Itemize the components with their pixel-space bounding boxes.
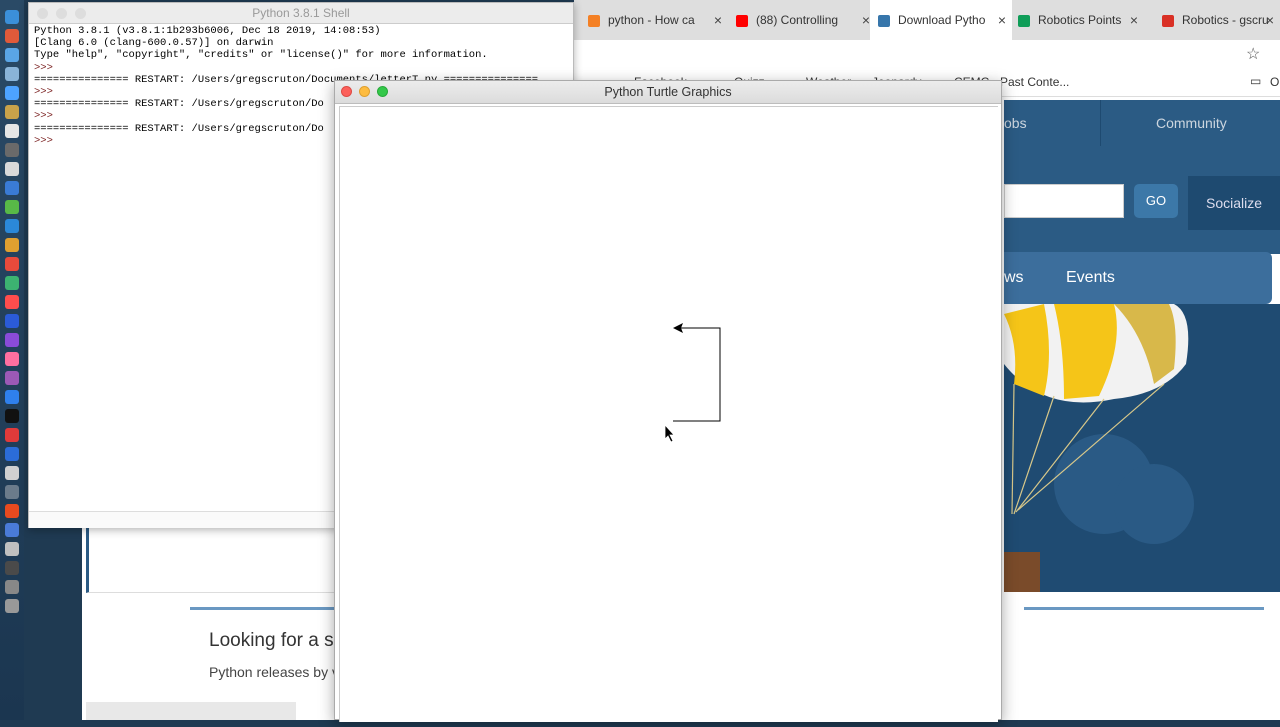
dock-app-icon[interactable]	[5, 162, 19, 176]
stackoverflow-icon	[588, 14, 600, 27]
shell-line: [Clang 6.0 (clang-600.0.57)] on darwin	[34, 37, 274, 50]
releases-text: Python releases by v	[209, 664, 339, 680]
dock-app-icon[interactable]	[5, 181, 19, 195]
nav-jobs[interactable]: obs	[1004, 100, 1027, 146]
dock-app-icon[interactable]	[5, 10, 19, 24]
turtle-path	[673, 327, 721, 422]
address-bar[interactable]: ☆	[574, 40, 1280, 70]
close-icon[interactable]: ×	[998, 0, 1006, 40]
dock-app-icon[interactable]	[5, 409, 19, 423]
python-icon	[878, 14, 890, 27]
shell-line: Python 3.8.1 (v3.8.1:1b293b6006, Dec 18 …	[34, 25, 381, 37]
minimize-window-icon[interactable]	[56, 8, 67, 19]
dock-app-icon[interactable]	[5, 29, 19, 43]
subnav-news[interactable]: ws	[1004, 252, 1024, 304]
search-input[interactable]	[1004, 184, 1124, 218]
tab-download-python[interactable]: Download Pytho ×	[870, 0, 1012, 40]
dock-app-icon[interactable]	[5, 124, 19, 138]
shell-prompt: >>>	[34, 86, 53, 99]
download-panel	[86, 528, 339, 593]
divider	[190, 607, 340, 610]
turtle-graphics-window: Python Turtle Graphics	[334, 80, 1002, 722]
dock-app-icon[interactable]	[5, 523, 19, 537]
subnav-events[interactable]: Events	[1066, 252, 1115, 304]
tab-stackoverflow[interactable]: python - How ca ×	[588, 0, 728, 40]
dock-app-icon[interactable]	[5, 599, 19, 613]
python-sub-nav: ws Events	[1004, 252, 1272, 304]
dock-app-icon[interactable]	[5, 580, 19, 594]
dock-app-icon[interactable]	[5, 200, 19, 214]
dock-app-icon[interactable]	[5, 333, 19, 347]
zoom-window-icon[interactable]	[377, 86, 388, 97]
zoom-window-icon[interactable]	[75, 8, 86, 19]
turtle-canvas[interactable]	[339, 106, 998, 722]
turtle-title: Python Turtle Graphics	[604, 85, 732, 99]
dock-app-icon[interactable]	[5, 48, 19, 62]
shell-prompt: >>>	[34, 61, 53, 74]
dock-app-icon[interactable]	[5, 105, 19, 119]
bookmark-star-icon[interactable]: ☆	[1246, 44, 1260, 64]
parachute-icon	[1004, 304, 1194, 592]
release-tabs[interactable]	[86, 702, 296, 720]
dock-app-icon[interactable]	[5, 238, 19, 252]
youtube-icon	[736, 14, 748, 27]
dock-app-icon[interactable]	[5, 542, 19, 556]
gmail-icon	[1162, 14, 1174, 27]
turtle-titlebar[interactable]: Python Turtle Graphics	[335, 81, 1001, 104]
bookmark-other[interactable]: O	[1270, 75, 1279, 89]
go-button[interactable]: GO	[1134, 184, 1178, 218]
dock-app-icon[interactable]	[5, 561, 19, 575]
tab-robotics-points[interactable]: Robotics Points ×	[1018, 0, 1144, 40]
tab-youtube[interactable]: (88) Controlling ×	[736, 0, 876, 40]
nav-community[interactable]: Community	[1156, 100, 1227, 146]
dock-app-icon[interactable]	[5, 466, 19, 480]
dock-app-icon[interactable]	[5, 67, 19, 81]
dock-app-icon[interactable]	[5, 352, 19, 366]
shell-title: Python 3.8.1 Shell	[252, 6, 350, 20]
folder-icon[interactable]: ▭	[1250, 74, 1261, 88]
dock-app-icon[interactable]	[5, 295, 19, 309]
restart-line: =============== RESTART: /Users/gregscru…	[34, 122, 324, 135]
close-icon[interactable]: ×	[862, 0, 870, 40]
close-window-icon[interactable]	[341, 86, 352, 97]
dock-app-icon[interactable]	[5, 86, 19, 100]
nav-divider	[1100, 100, 1101, 146]
close-window-icon[interactable]	[37, 8, 48, 19]
socialize-button[interactable]: Socialize	[1188, 176, 1280, 230]
dock-app-icon[interactable]	[5, 447, 19, 461]
shell-prompt: >>>	[34, 110, 53, 123]
shell-line: Type "help", "copyright", "credits" or "…	[34, 49, 488, 62]
close-icon[interactable]: ×	[1130, 0, 1138, 40]
dock-app-icon[interactable]	[5, 390, 19, 404]
parachute-illustration	[1004, 304, 1280, 592]
tab-bar: python - How ca × (88) Controlling × Dow…	[574, 0, 1280, 41]
shell-prompt: >>>	[34, 134, 53, 147]
dock-app-icon[interactable]	[5, 276, 19, 290]
shell-titlebar[interactable]: Python 3.8.1 Shell	[29, 3, 573, 24]
dock-app-icon[interactable]	[5, 314, 19, 328]
dock-app-icon[interactable]	[5, 371, 19, 385]
mouse-cursor-icon	[664, 423, 675, 443]
tab-gmail[interactable]: Robotics - gscru ×	[1162, 0, 1280, 40]
dock-app-icon[interactable]	[5, 428, 19, 442]
dock-app-icon[interactable]	[5, 219, 19, 233]
python-main-nav: obs Community	[1004, 100, 1280, 146]
dock-app-icon[interactable]	[5, 257, 19, 271]
dock-app-icon[interactable]	[5, 485, 19, 499]
turtle-drawing	[664, 323, 721, 443]
close-icon[interactable]: ×	[1266, 0, 1274, 40]
dock-app-icon[interactable]	[5, 143, 19, 157]
dock-app-icon[interactable]	[5, 504, 19, 518]
minimize-window-icon[interactable]	[359, 86, 370, 97]
sheets-icon	[1018, 14, 1030, 27]
looking-heading: Looking for a s	[209, 630, 334, 651]
restart-line: =============== RESTART: /Users/gregscru…	[34, 98, 324, 111]
close-icon[interactable]: ×	[714, 0, 722, 40]
dock	[0, 0, 24, 720]
divider	[1024, 607, 1264, 610]
